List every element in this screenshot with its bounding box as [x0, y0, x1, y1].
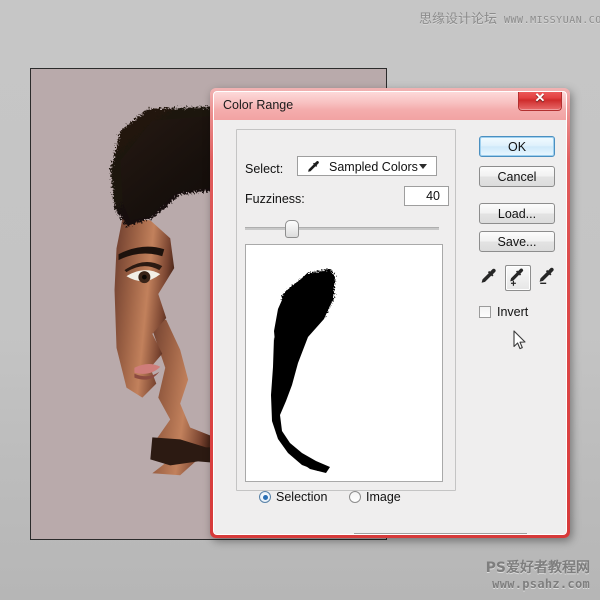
radio-selection-dot [259, 491, 271, 503]
radio-image-dot [349, 491, 361, 503]
select-label: Select: [245, 162, 284, 176]
invert-checkbox[interactable]: Invert [479, 305, 528, 319]
load-button[interactable]: Load... [479, 203, 555, 224]
dialog-titlebar[interactable]: Color Range ✕ [214, 92, 566, 121]
fuzziness-input[interactable]: 40 [404, 186, 449, 206]
radio-selection[interactable]: Selection [259, 490, 327, 504]
close-icon: ✕ [534, 91, 546, 105]
dialog-body: Select: Sampled Colors Fuzziness: 40 Sel… [214, 120, 566, 534]
invert-checkbox-box [479, 306, 491, 318]
radio-selection-label: Selection [276, 490, 328, 504]
dialog-inner: Color Range ✕ Select: Sampled Colors Fuz… [213, 91, 567, 535]
preview-mode-radios: Selection Image [259, 490, 439, 508]
eyedropper-icon [308, 161, 319, 172]
fuzziness-value: 40 [426, 189, 440, 203]
dialog-title: Color Range [223, 98, 294, 112]
selection-preview-dropdown[interactable]: None [354, 533, 527, 534]
invert-label: Invert [497, 305, 529, 319]
eyedropper-icon [481, 268, 496, 283]
color-range-dialog: Color Range ✕ Select: Sampled Colors Fuz… [210, 88, 570, 538]
radio-image-label: Image [366, 490, 401, 504]
eyedropper-sample-button[interactable] [477, 265, 501, 289]
select-dropdown[interactable]: Sampled Colors [297, 156, 437, 176]
select-value: Sampled Colors [329, 160, 418, 174]
chevron-down-icon [419, 164, 427, 169]
screen: 思缘设计论坛 WWW.MISSYUAN.COM PS爱好者教程网 www.psa… [0, 0, 600, 600]
mask-preview[interactable] [245, 244, 443, 482]
radio-image[interactable]: Image [349, 490, 401, 504]
eyedropper-toolgroup [477, 265, 559, 291]
fuzziness-slider[interactable] [245, 220, 439, 238]
eyedropper-minus-icon [539, 267, 554, 284]
slider-thumb[interactable] [285, 220, 300, 238]
mask-preview-image [246, 245, 442, 481]
eyedropper-plus-icon [510, 268, 524, 286]
fuzziness-label: Fuzziness: [245, 192, 305, 206]
ok-button[interactable]: OK [479, 136, 555, 157]
close-button[interactable]: ✕ [518, 91, 562, 111]
cancel-button[interactable]: Cancel [479, 166, 555, 187]
eyedropper-subtract-button[interactable] [535, 265, 559, 289]
save-button[interactable]: Save... [479, 231, 555, 252]
eyedropper-add-button[interactable] [505, 265, 531, 291]
slider-track [245, 227, 439, 230]
